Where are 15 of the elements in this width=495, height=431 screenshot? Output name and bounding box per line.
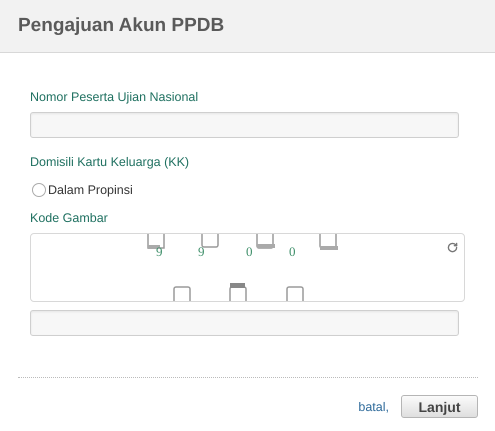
field-label: Domisili Kartu Keluarga (KK) [30, 155, 190, 169]
field-label: Nomor Peserta Ujian Nasional [30, 90, 200, 104]
radio-label: Dalam Propinsi [48, 183, 133, 197]
refresh-icon[interactable] [447, 242, 458, 253]
cancel-link[interactable]: batal, [358, 400, 389, 414]
captcha-character: 9 [198, 244, 204, 260]
input-field[interactable] [30, 112, 459, 138]
captcha-character: 0 [289, 244, 296, 260]
captcha-character: 0 [246, 244, 252, 260]
captcha-character: 9 [156, 244, 162, 260]
dialog-title: Pengajuan Akun PPDB [18, 15, 224, 37]
input-field[interactable] [30, 310, 459, 336]
radio-button[interactable] [32, 183, 46, 197]
field-label: Kode Gambar [30, 211, 109, 225]
submit-button[interactable]: Lanjut [401, 395, 478, 418]
